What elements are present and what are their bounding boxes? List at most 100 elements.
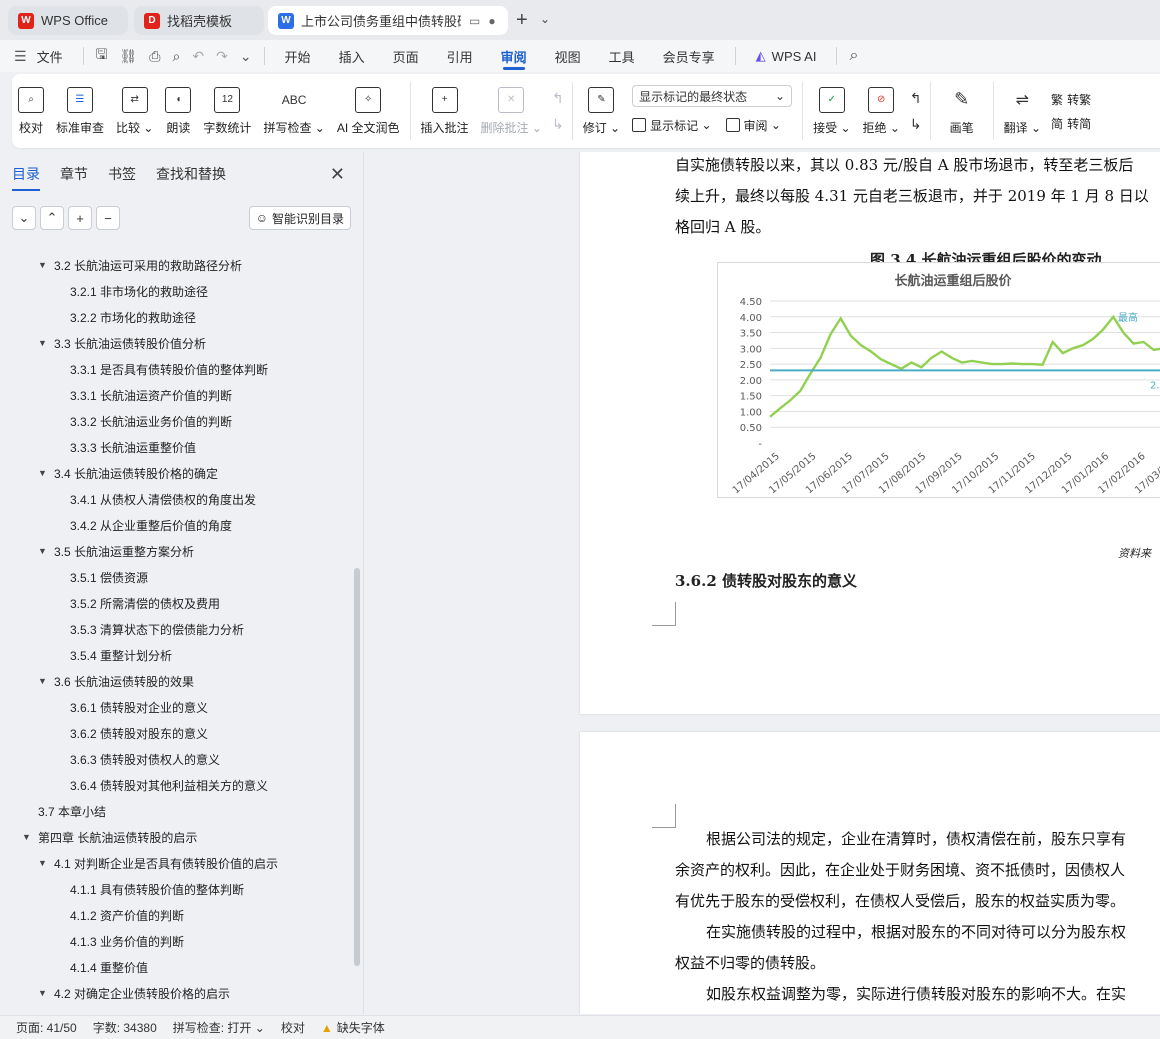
print-icon[interactable]: ⎙ bbox=[143, 48, 166, 65]
tab-wps-office[interactable]: W WPS Office bbox=[8, 6, 128, 35]
tab-list-chevron-icon[interactable]: ⌄ bbox=[540, 12, 550, 26]
insert-comment-button[interactable]: + 插入批注 bbox=[415, 76, 475, 146]
monitor-icon[interactable]: ▭ bbox=[469, 14, 480, 28]
to-traditional-button[interactable]: 繁转繁 bbox=[1051, 87, 1091, 111]
minus-icon[interactable]: − bbox=[96, 206, 120, 230]
standard-review-button[interactable]: ☰ 标准审查 bbox=[50, 76, 110, 146]
expand-triangle-icon[interactable]: ▼ bbox=[38, 858, 54, 868]
menu-home[interactable]: 开始 bbox=[271, 40, 325, 72]
read-aloud-button[interactable]: ◖ 朗读 bbox=[159, 76, 197, 146]
toc-item[interactable]: 3.4.1 从债权人清偿债权的角度出发 bbox=[70, 486, 256, 512]
toc-item[interactable]: 3.4.2 从企业重整后价值的角度 bbox=[70, 512, 232, 538]
toc-item[interactable]: ▼ 3.3 长航油运债转股价值分析 bbox=[38, 330, 206, 356]
toc-item[interactable]: ▼ 第四章 长航油运债转股的启示 bbox=[22, 824, 197, 850]
compare-button[interactable]: ⇄ 比较 ⌄ bbox=[110, 76, 159, 146]
toc-item[interactable]: 3.2.2 市场化的救助途径 bbox=[70, 304, 196, 330]
word-count-button[interactable]: 12 字数统计 bbox=[197, 76, 257, 146]
toc-item[interactable]: 3.7 本章小结 bbox=[38, 798, 106, 824]
expand-triangle-icon[interactable]: ▼ bbox=[38, 260, 54, 270]
toc-item[interactable]: 3.6.2 债转股对股东的意义 bbox=[70, 720, 208, 746]
expand-triangle-icon[interactable]: ▼ bbox=[38, 468, 54, 478]
toc-item[interactable]: 3.5.2 所需清偿的债权及费用 bbox=[70, 590, 220, 616]
print-preview-icon[interactable]: ⌕ bbox=[167, 48, 187, 65]
search-icon[interactable]: ⌕ bbox=[843, 47, 864, 65]
undo-icon[interactable]: ↶ bbox=[186, 48, 210, 65]
previous-comment-icon[interactable]: ↰ bbox=[552, 90, 564, 116]
tab-find-replace[interactable]: 查找和替换 bbox=[156, 164, 226, 184]
menu-wps-ai[interactable]: ◭ WPS AI bbox=[742, 40, 831, 72]
expand-triangle-icon[interactable]: ▼ bbox=[22, 832, 38, 842]
toc-item[interactable]: ▼ 3.2 长航油运可采用的救助路径分析 bbox=[38, 252, 242, 278]
menu-member[interactable]: 会员专享 bbox=[649, 40, 729, 72]
more-chevron-icon[interactable]: ⌄ bbox=[234, 48, 258, 65]
toc-item[interactable]: 4.1.4 重整价值 bbox=[70, 954, 148, 980]
proof-status[interactable]: 校对 bbox=[281, 1019, 321, 1036]
toc-item[interactable]: 3.3.1 长航油运资产价值的判断 bbox=[70, 382, 232, 408]
tab-docer[interactable]: D 找稻壳模板 bbox=[134, 6, 264, 35]
markup-mode-select[interactable]: 显示标记的最终状态 ⌄ bbox=[632, 85, 793, 107]
menu-references[interactable]: 引用 bbox=[433, 40, 487, 72]
toc-item[interactable]: ▼ 3.6 长航油运债转股的效果 bbox=[38, 668, 194, 694]
reject-button[interactable]: ⊘ 拒绝 ⌄ bbox=[857, 76, 906, 146]
show-markup-button[interactable]: 显示标记 ⌄ bbox=[632, 113, 712, 137]
toc-item[interactable]: 4.1.1 具有债转股价值的整体判断 bbox=[70, 876, 244, 902]
track-changes-button[interactable]: ✎ 修订 ⌄ bbox=[577, 76, 626, 146]
toc-item[interactable]: 3.5.1 偿债资源 bbox=[70, 564, 148, 590]
file-menu[interactable]: 文件 bbox=[33, 40, 77, 72]
chevron-up-icon[interactable]: ⌃ bbox=[40, 206, 64, 230]
toc-item[interactable]: ▼ 4.1 对判断企业是否具有债转股价值的启示 bbox=[38, 850, 278, 876]
pen-button[interactable]: ✎ 画笔 bbox=[935, 76, 989, 146]
new-tab-icon[interactable]: + bbox=[516, 9, 528, 32]
save-icon[interactable]: 🖫 bbox=[90, 44, 114, 68]
next-change-icon[interactable]: ↳ bbox=[910, 116, 922, 133]
redo-icon[interactable]: ↷ bbox=[210, 48, 234, 65]
proofread-button[interactable]: ⌕ 校对 bbox=[12, 76, 50, 146]
expand-triangle-icon[interactable]: ▼ bbox=[38, 546, 54, 556]
toc-item[interactable]: 4.1.3 业务价值的判断 bbox=[70, 928, 184, 954]
menu-view[interactable]: 视图 bbox=[541, 40, 595, 72]
toc-item[interactable]: ▼ 4.2 对确定企业债转股价格的启示 bbox=[38, 980, 230, 1006]
plus-icon[interactable]: + bbox=[68, 206, 92, 230]
menu-review[interactable]: 审阅 bbox=[487, 40, 541, 72]
previous-change-icon[interactable]: ↰ bbox=[910, 90, 922, 116]
spell-status[interactable]: 拼写检查: 打开 ⌄ bbox=[173, 1019, 281, 1036]
translate-button[interactable]: ⇌ 翻译 ⌄ bbox=[998, 76, 1047, 146]
link-icon[interactable]: ⛓ bbox=[114, 48, 144, 65]
to-simplified-button[interactable]: 简转简 bbox=[1051, 111, 1091, 135]
next-comment-icon[interactable]: ↳ bbox=[552, 116, 564, 133]
toc-item[interactable]: 3.3.2 长航油运业务价值的判断 bbox=[70, 408, 232, 434]
ai-polish-button[interactable]: ✧ AI 全文润色 bbox=[331, 76, 406, 146]
toc-item[interactable]: 3.5.3 清算状态下的偿债能力分析 bbox=[70, 616, 244, 642]
chevron-down-icon[interactable]: ⌄ bbox=[12, 206, 36, 230]
delete-comment-button[interactable]: ✕ 删除批注 ⌄ bbox=[475, 76, 548, 146]
toc-item[interactable]: 3.5.4 重整计划分析 bbox=[70, 642, 172, 668]
word-count[interactable]: 字数: 34380 bbox=[93, 1019, 173, 1036]
menu-page[interactable]: 页面 bbox=[379, 40, 433, 72]
spell-check-button[interactable]: ABC 拼写检查 ⌄ bbox=[257, 76, 330, 146]
toc-item[interactable]: ▼ 3.5 长航油运重整方案分析 bbox=[38, 538, 194, 564]
expand-triangle-icon[interactable]: ▼ bbox=[38, 988, 54, 998]
missing-font-status[interactable]: ▲ 缺失字体 bbox=[321, 1019, 401, 1036]
hamburger-icon[interactable]: ☰ bbox=[8, 48, 33, 65]
toc-item[interactable]: 3.3.1 是否具有债转股价值的整体判断 bbox=[70, 356, 268, 382]
menu-insert[interactable]: 插入 bbox=[325, 40, 379, 72]
tab-toc[interactable]: 目录 bbox=[12, 164, 40, 191]
review-pane-button[interactable]: 审阅 ⌄ bbox=[725, 113, 781, 137]
toc-item[interactable]: 3.3.3 长航油运重整价值 bbox=[70, 434, 196, 460]
expand-triangle-icon[interactable]: ▼ bbox=[38, 338, 54, 348]
accept-button[interactable]: ✓ 接受 ⌄ bbox=[807, 76, 856, 146]
close-icon[interactable]: ✕ bbox=[330, 164, 345, 185]
toc-item[interactable]: 3.6.1 债转股对企业的意义 bbox=[70, 694, 208, 720]
toc-item[interactable]: ▼ 3.4 长航油运债转股价格的确定 bbox=[38, 460, 218, 486]
stock-price-chart[interactable]: 长航油运重组后股价 4.50 4.00 3.50 3.00 2.50 2.00 1.50 1.0… bbox=[717, 262, 1160, 498]
toc-item[interactable]: 3.6.3 债转股对债权人的意义 bbox=[70, 746, 220, 772]
toc-item[interactable]: 3.6.4 债转股对其他利益相关方的意义 bbox=[70, 772, 268, 798]
page-indicator[interactable]: 页面: 41/50 bbox=[0, 1019, 93, 1036]
tab-bookmarks[interactable]: 书签 bbox=[108, 164, 136, 184]
tab-chapters[interactable]: 章节 bbox=[60, 164, 88, 184]
expand-triangle-icon[interactable]: ▼ bbox=[38, 676, 54, 686]
smart-toc-button[interactable]: ☺ 智能识别目录 bbox=[248, 206, 351, 230]
nav-scrollbar[interactable] bbox=[354, 568, 360, 966]
tab-document[interactable]: W 上市公司债务重组中债转股研究 ▭ ● bbox=[268, 6, 508, 35]
toc-item[interactable]: 4.1.2 资产价值的判断 bbox=[70, 902, 184, 928]
